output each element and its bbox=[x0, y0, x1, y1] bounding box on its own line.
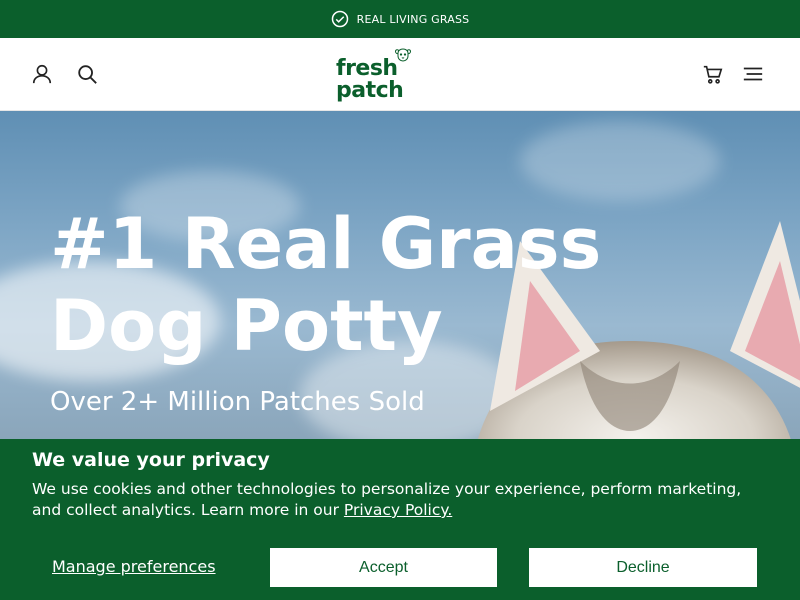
menu-icon bbox=[743, 67, 763, 81]
hero-title-line-2: Dog Potty bbox=[50, 285, 443, 367]
account-button[interactable] bbox=[30, 62, 54, 86]
hero-banner: #1 Real Grass Dog Potty Over 2+ Million … bbox=[0, 111, 800, 441]
check-circle-icon bbox=[331, 10, 348, 28]
cart-button[interactable] bbox=[701, 62, 725, 86]
decline-button[interactable]: Decline bbox=[529, 548, 757, 587]
privacy-policy-link[interactable]: Privacy Policy. bbox=[344, 501, 452, 519]
cookie-title: We value your privacy bbox=[32, 449, 270, 471]
announcement-text: REAL LIVING GRASS bbox=[356, 12, 470, 26]
search-button[interactable] bbox=[75, 62, 99, 86]
hero-title: #1 Real Grass Dog Potty bbox=[50, 203, 610, 367]
cloud-shape bbox=[520, 121, 720, 201]
accept-button[interactable]: Accept bbox=[270, 548, 497, 587]
search-icon bbox=[78, 65, 97, 84]
user-icon bbox=[32, 64, 52, 84]
logo[interactable]: fresh patch bbox=[336, 48, 470, 102]
cart-icon bbox=[703, 65, 723, 84]
menu-button[interactable] bbox=[741, 62, 765, 86]
cookie-body: We use cookies and other technologies to… bbox=[32, 479, 772, 521]
manage-preferences-link[interactable]: Manage preferences bbox=[52, 557, 216, 576]
cookie-banner: We value your privacy We use cookies and… bbox=[0, 439, 800, 600]
announcement-bar: REAL LIVING GRASS bbox=[0, 0, 800, 38]
site-header: fresh patch bbox=[0, 38, 800, 111]
hero-title-line-1: #1 Real Grass bbox=[50, 203, 602, 285]
logo-text: fresh patch bbox=[336, 56, 404, 103]
hero-subtitle: Over 2+ Million Patches Sold bbox=[50, 387, 425, 417]
